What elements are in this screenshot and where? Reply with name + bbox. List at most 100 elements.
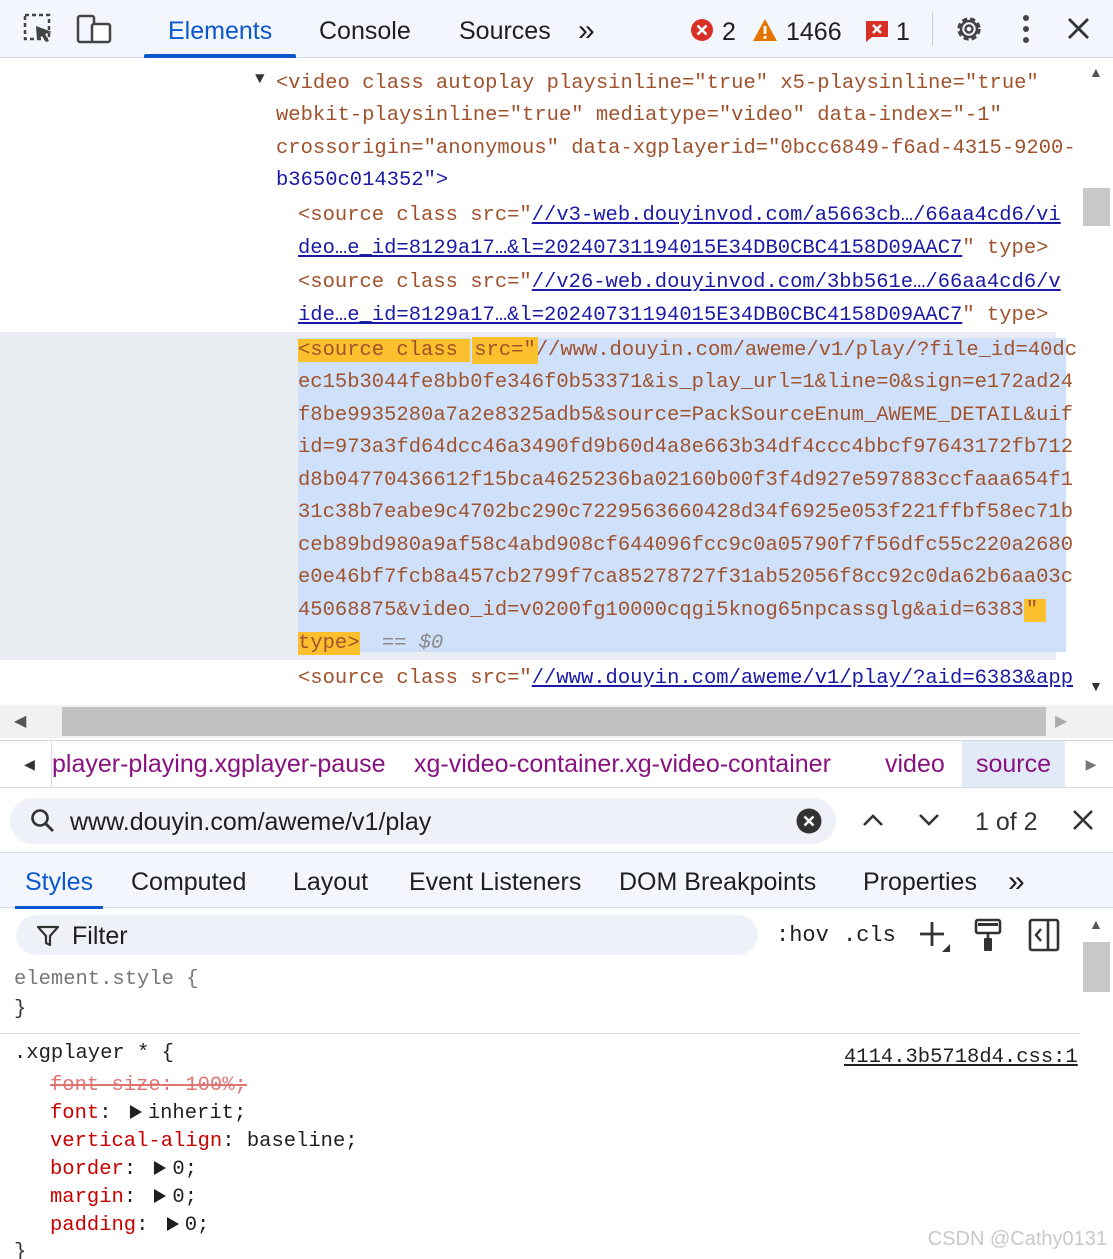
warning-count[interactable]: 1466 (786, 0, 842, 58)
property-value: 100% (185, 1074, 235, 1097)
source-node-2[interactable]: <source class src="//v26-web.douyinvod.c… (298, 267, 1061, 299)
expand-shorthand-icon[interactable] (166, 1217, 179, 1231)
selected-src-value-line: ceb89bd980a9af58c4abd908cf644096fcc9c0a0… (298, 534, 1074, 557)
devtools-toolbar: Elements Console Sources » 2 1466 1 (0, 0, 1113, 58)
property-value: baseline (246, 1130, 346, 1153)
video-tag-line4: b3650c014352"> (276, 169, 449, 192)
tab-console[interactable]: Console (319, 0, 411, 58)
breadcrumb-item[interactable]: player-playing.xgplayer-pause (52, 741, 386, 787)
video-tag-line1: <video class autoplay playsinline="true"… (276, 72, 1039, 95)
expand-shorthand-icon[interactable] (129, 1105, 142, 1119)
source-1-suffix: " type> (962, 237, 1049, 260)
rule-selector[interactable]: .xgplayer * { (14, 1040, 174, 1068)
settings-gear-icon[interactable] (952, 12, 986, 46)
tab-dom-breakpoints[interactable]: DOM Breakpoints (619, 853, 816, 909)
property-name: padding (50, 1214, 137, 1237)
selected-src-value-line: 31c38b7eabe9c4702bc290c7229563660428d34f… (298, 501, 1074, 524)
scroll-right-icon[interactable]: ▶ (1055, 711, 1067, 731)
scroll-up-icon[interactable]: ▲ (1089, 64, 1103, 80)
source-node-2-cont[interactable]: ide…e_id=8129a17…&l=20240731194015E34DB0… (298, 300, 1048, 332)
issues-count[interactable]: 1 (896, 0, 910, 58)
source-node-1-cont[interactable]: deo…e_id=8129a17…&l=20240731194015E34DB0… (298, 233, 1048, 265)
close-search-icon[interactable] (1070, 807, 1096, 838)
filter-input[interactable]: Filter (16, 915, 758, 955)
styles-scroll-up-icon[interactable]: ▲ (1089, 916, 1103, 932)
source-4-tag: <source class src=" (298, 667, 532, 690)
declaration-padding[interactable]: padding: 0; (50, 1212, 209, 1240)
hover-state-toggle[interactable]: :hov (776, 918, 829, 954)
breadcrumb-item[interactable]: xg-video-container.xg-video-container (414, 741, 831, 787)
tree-horizontal-scrollbar[interactable]: ◀ ▶ (0, 705, 1113, 738)
tab-computed[interactable]: Computed (131, 853, 246, 909)
search-bar: www.douyin.com/aweme/v1/play 1 of 2 (0, 790, 1113, 850)
search-input[interactable]: www.douyin.com/aweme/v1/play (10, 798, 836, 844)
tab-elements[interactable]: Elements (143, 0, 297, 58)
previous-match-icon[interactable] (860, 808, 886, 837)
search-result-count: 1 of 2 (975, 808, 1038, 836)
source-2-link[interactable]: //v26-web.douyinvod.com/3bb561e…/66aa4cd… (532, 271, 1061, 294)
tab-styles[interactable]: Styles (14, 853, 104, 909)
clear-search-icon[interactable] (796, 808, 822, 839)
declaration-font-size[interactable]: font-size: 100%; (50, 1072, 247, 1100)
tab-event-listeners[interactable]: Event Listeners (409, 853, 581, 909)
filter-placeholder: Filter (72, 922, 128, 950)
toggle-sidebar-icon[interactable] (1028, 918, 1060, 957)
more-options-icon[interactable] (1010, 12, 1044, 46)
selected-source-close: type> == $0 (298, 628, 443, 660)
property-name: margin (50, 1186, 124, 1209)
source-2-suffix: " type> (962, 304, 1049, 327)
expand-triangle-icon[interactable]: ▼ (255, 70, 265, 88)
source-node-4[interactable]: <source class src="//www.douyin.com/awem… (298, 663, 1073, 695)
source-1-link-cont[interactable]: deo…e_id=8129a17…&l=20240731194015E34DB0… (298, 237, 962, 260)
close-devtools-icon[interactable] (1062, 12, 1096, 46)
breadcrumb-scroll-left-icon[interactable]: ◀ (8, 741, 52, 787)
declaration-font[interactable]: font: inherit; (50, 1100, 246, 1128)
property-name: vertical-align (50, 1130, 223, 1153)
selected-src-value-line: //www.douyin.com/aweme/v1/play/?file_id=… (535, 339, 1078, 362)
element-style-selector[interactable]: element.style { (14, 966, 199, 994)
source-4-link[interactable]: //www.douyin.com/aweme/v1/play/?aid=6383… (532, 667, 1073, 690)
selected-source-open[interactable]: <source class src="//www.douyin.com/awem… (298, 335, 1077, 367)
breadcrumb-item[interactable]: video (885, 741, 945, 787)
expand-shorthand-icon[interactable] (154, 1161, 167, 1175)
class-toggle[interactable]: .cls (843, 918, 896, 954)
styles-vertical-scrollbar[interactable]: ▲ (1080, 910, 1113, 1259)
more-tabs-button[interactable]: » (578, 0, 595, 58)
issues-icon (864, 19, 890, 43)
device-toggle-icon[interactable] (76, 12, 112, 46)
breadcrumb-item-active[interactable]: source (962, 741, 1066, 787)
new-style-rule-icon[interactable] (916, 918, 952, 959)
tree-scroll-thumb[interactable] (1083, 188, 1110, 226)
property-value: 0 (172, 1186, 185, 1209)
search-query: www.douyin.com/aweme/v1/play (70, 808, 432, 836)
declaration-margin[interactable]: margin: 0; (50, 1184, 197, 1212)
tab-layout[interactable]: Layout (293, 853, 368, 909)
selected-src-close-quote: " (1023, 599, 1047, 622)
tab-properties[interactable]: Properties (863, 853, 977, 909)
rule-source-link[interactable]: 4114.3b5718d4.css:1 (844, 1044, 1078, 1072)
property-name: font (50, 1102, 100, 1125)
video-tag-line3: crossorigin="anonymous" data-xgplayerid=… (276, 137, 1076, 160)
breadcrumb-scroll-right-icon[interactable]: ▶ (1070, 741, 1112, 787)
watermark: CSDN @Cathy0131 (927, 1228, 1107, 1250)
scroll-left-icon[interactable]: ◀ (14, 711, 26, 731)
inspect-element-icon[interactable] (22, 12, 56, 46)
horizontal-scroll-thumb[interactable] (62, 707, 1046, 736)
more-sidebar-tabs-button[interactable]: » (1008, 853, 1025, 909)
expand-shorthand-icon[interactable] (154, 1189, 167, 1203)
console-ref-label: == $0 (381, 632, 444, 655)
styles-scroll-thumb[interactable] (1083, 942, 1110, 992)
declaration-vertical-align[interactable]: vertical-align: baseline; (50, 1128, 358, 1156)
breadcrumb: ◀ player-playing.xgplayer-pause xg-video… (0, 740, 1113, 788)
scroll-down-icon[interactable]: ▼ (1089, 678, 1103, 694)
tab-sources[interactable]: Sources (459, 0, 551, 58)
source-node-1[interactable]: <source class src="//v3-web.douyinvod.co… (298, 200, 1061, 232)
declaration-border[interactable]: border: 0; (50, 1156, 197, 1184)
tree-vertical-scrollbar[interactable]: ▲ ▼ (1080, 58, 1113, 706)
paint-brush-icon[interactable] (972, 918, 1004, 959)
error-count[interactable]: 2 (722, 0, 736, 58)
next-match-icon[interactable] (916, 808, 942, 837)
source-1-link[interactable]: //v3-web.douyinvod.com/a5663cb…/66aa4cd6… (532, 204, 1061, 227)
source-2-link-cont[interactable]: ide…e_id=8129a17…&l=20240731194015E34DB0… (298, 304, 962, 327)
element-style-close: } (14, 998, 27, 1021)
